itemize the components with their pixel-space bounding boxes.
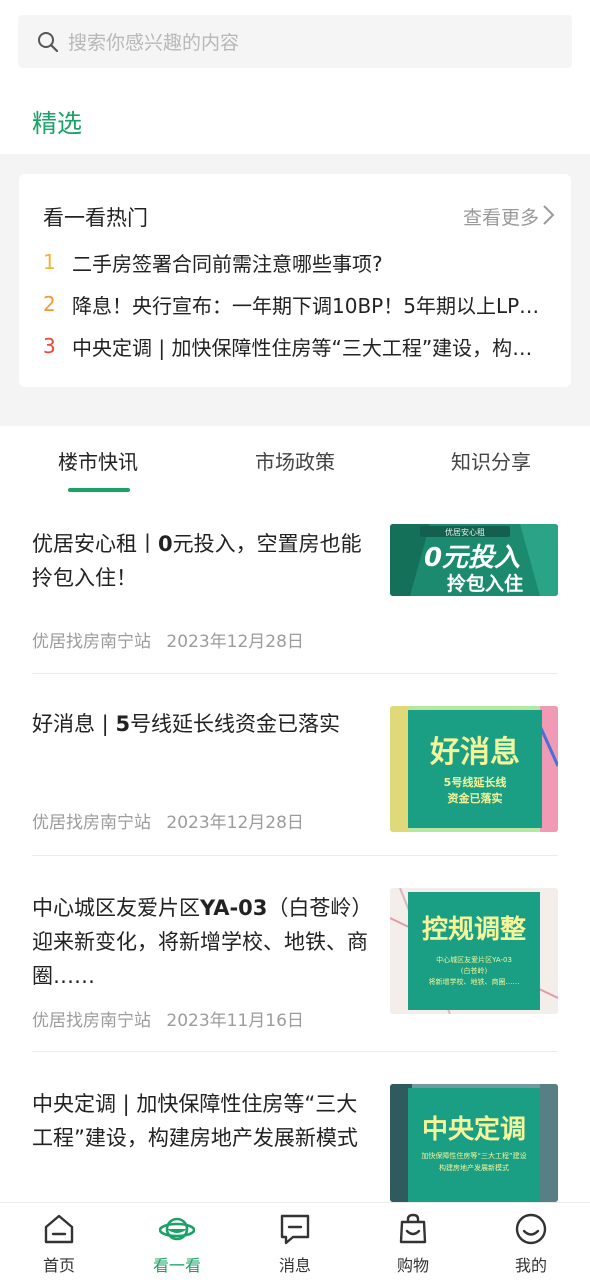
- hot-item[interactable]: 3 中央定调 | 加快保障性住房等“三大工程”建设，构建...: [43, 331, 543, 361]
- hot-item-text: 二手房签署合同前需注意哪些事项?: [72, 251, 383, 276]
- view-more-link[interactable]: 查看更多: [463, 203, 539, 230]
- svg-text:优居安心租: 优居安心租: [445, 527, 485, 537]
- hot-rank: 1: [43, 250, 56, 274]
- svg-text:0元投入: 0元投入: [424, 543, 520, 573]
- news-title: 优居安心租丨0元投入，空置房也能拎包入住！: [32, 532, 362, 590]
- hot-title: 看一看热门: [43, 206, 148, 230]
- svg-text:拎包入住: 拎包入住: [447, 572, 523, 595]
- svg-text:控规调整: 控规调整: [422, 914, 526, 945]
- thumbnail-graphic: 优居安心租 0元投入 拎包入住: [390, 524, 558, 596]
- message-icon: [280, 1214, 310, 1245]
- featured-label[interactable]: 精选: [32, 104, 82, 140]
- news-source: 优居找房南宁站: [32, 1011, 151, 1031]
- hot-item-text: 中央定调 | 加快保障性住房等“三大工程”建设，构建...: [72, 335, 542, 360]
- news-title: 中央定调 | 加快保障性住房等“三大工程”建设，构建房地产发展新模式: [32, 1092, 358, 1150]
- news-source: 优居找房南宁站: [32, 632, 151, 652]
- search-bar[interactable]: 搜索你感兴趣的内容: [18, 15, 572, 68]
- nav-discover[interactable]: 看一看: [118, 1203, 236, 1280]
- news-meta: 优居找房南宁站 2023年12月28日: [32, 808, 304, 833]
- svg-text:好消息: 好消息: [429, 735, 520, 770]
- svg-text:5号线延长线: 5号线延长线: [444, 775, 507, 789]
- news-item[interactable]: 中心城区友爱片区YA-03（白苍岭）迎来新变化，将新增学校、地铁、商圈…… 优居…: [32, 856, 558, 1052]
- nav-label: 购物: [396, 1256, 429, 1275]
- tab-market-policy[interactable]: 市场政策: [255, 446, 335, 475]
- news-thumbnail: 中央定调 加快保障性住房等“三大工程”建设 构建房地产发展新模式: [390, 1084, 558, 1202]
- news-meta: 优居找房南宁站 2023年12月28日: [32, 627, 304, 652]
- tab-housing-news[interactable]: 楼市快讯: [58, 446, 138, 475]
- nav-label: 我的: [514, 1256, 547, 1275]
- nav-label: 首页: [42, 1256, 75, 1275]
- hot-card: 看一看热门 查看更多 1 二手房签署合同前需注意哪些事项? 2 降息！央行宣布：…: [19, 174, 571, 387]
- thumbnail-graphic: 控规调整 中心城区友爱片区YA-03 (白苍岭) 将新增学校、地铁、商圈……: [390, 888, 558, 1014]
- thumbnail-graphic: 好消息 5号线延长线 资金已落实: [390, 706, 558, 832]
- category-tabs: 楼市快讯 市场政策 知识分享: [0, 426, 590, 496]
- search-icon: [38, 31, 59, 52]
- chevron-right-icon[interactable]: [541, 204, 555, 226]
- tab-knowledge-share[interactable]: 知识分享: [451, 446, 531, 475]
- hot-rank: 3: [43, 334, 56, 358]
- nav-shopping[interactable]: 购物: [354, 1203, 472, 1280]
- news-thumbnail: 控规调整 中心城区友爱片区YA-03 (白苍岭) 将新增学校、地铁、商圈……: [390, 888, 558, 1014]
- nav-home[interactable]: 首页: [0, 1203, 118, 1280]
- nav-messages[interactable]: 消息: [236, 1203, 354, 1280]
- hot-item[interactable]: 1 二手房签署合同前需注意哪些事项?: [43, 247, 543, 277]
- news-item[interactable]: 中央定调 | 加快保障性住房等“三大工程”建设，构建房地产发展新模式 中央定调 …: [32, 1052, 558, 1202]
- news-date: 2023年11月16日: [166, 1011, 304, 1031]
- hot-item-text: 降息！央行宣布：一年期下调10BP！5年期以上LPR...: [72, 293, 542, 318]
- news-thumbnail: 好消息 5号线延长线 资金已落实: [390, 706, 558, 832]
- news-item[interactable]: 好消息 | 5号线延长线资金已落实 优居找房南宁站 2023年12月28日 好消…: [32, 674, 558, 856]
- news-thumbnail: 优居安心租 0元投入 拎包入住: [390, 524, 558, 596]
- bag-icon: [399, 1213, 427, 1244]
- news-title: 好消息 | 5号线延长线资金已落实: [32, 712, 341, 736]
- news-source: 优居找房南宁站: [32, 813, 151, 833]
- active-tab-indicator: [68, 488, 130, 492]
- nav-label: 看一看: [152, 1256, 201, 1275]
- svg-text:加快保障性住房等“三大工程”建设: 加快保障性住房等“三大工程”建设: [421, 1151, 526, 1160]
- profile-icon: [515, 1213, 547, 1245]
- svg-text:将新增学校、地铁、商圈……: 将新增学校、地铁、商圈……: [429, 977, 520, 986]
- news-date: 2023年12月28日: [166, 813, 304, 833]
- hot-rank: 2: [43, 292, 56, 316]
- search-placeholder: 搜索你感兴趣的内容: [68, 32, 240, 54]
- news-title: 中心城区友爱片区YA-03（白苍岭）迎来新变化，将新增学校、地铁、商圈……: [32, 896, 368, 988]
- news-meta: 优居找房南宁站 2023年11月16日: [32, 1006, 304, 1031]
- svg-text:(白苍岭): (白苍岭): [461, 966, 488, 975]
- thumbnail-graphic: 中央定调 加快保障性住房等“三大工程”建设 构建房地产发展新模式: [390, 1084, 558, 1202]
- home-icon: [44, 1214, 74, 1244]
- bottom-nav: 首页 看一看 消息 购物 我的: [0, 1202, 590, 1280]
- nav-profile[interactable]: 我的: [472, 1203, 590, 1280]
- svg-text:资金已落实: 资金已落实: [448, 791, 503, 805]
- svg-text:中心城区友爱片区YA-03: 中心城区友爱片区YA-03: [436, 955, 512, 964]
- svg-text:构建房地产发展新模式: 构建房地产发展新模式: [439, 1163, 509, 1172]
- hot-item[interactable]: 2 降息！央行宣布：一年期下调10BP！5年期以上LPR...: [43, 289, 543, 319]
- svg-text:中央定调: 中央定调: [422, 1114, 526, 1145]
- news-date: 2023年12月28日: [166, 632, 304, 652]
- news-item[interactable]: 优居安心租丨0元投入，空置房也能拎包入住！ 优居找房南宁站 2023年12月28…: [32, 523, 558, 674]
- nav-label: 消息: [278, 1256, 311, 1275]
- planet-icon: [159, 1217, 195, 1241]
